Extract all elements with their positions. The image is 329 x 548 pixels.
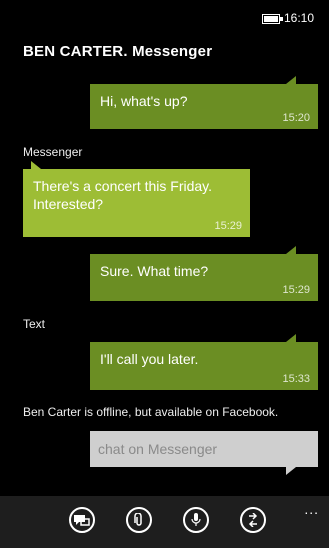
message-bubble[interactable]: There's a concert this Friday. Intereste…: [23, 161, 250, 237]
offline-notice: Ben Carter is offline, but available on …: [23, 405, 279, 419]
message-bubble[interactable]: Sure. What time? 15:29: [90, 246, 318, 301]
message-bubble[interactable]: I'll call you later. 15:33: [90, 334, 318, 390]
message-text: I'll call you later.: [100, 351, 199, 367]
status-time: 16:10: [284, 11, 315, 25]
message-text: Sure. What time?: [100, 263, 209, 279]
chat-input[interactable]: chat on Messenger: [90, 431, 318, 475]
conversation-title: BEN CARTER. Messenger: [23, 43, 213, 60]
battery-icon: [262, 14, 283, 24]
message-bubble[interactable]: Hi, what's up? 15:20: [90, 76, 318, 129]
message-text: There's a concert this Friday. Intereste…: [33, 178, 213, 212]
message-time: 15:20: [282, 112, 310, 124]
status-bar: 16:10: [0, 0, 329, 32]
switch-chat-button[interactable]: [69, 507, 95, 533]
message-source-label: Messenger: [23, 145, 83, 159]
message-time: 15:29: [282, 284, 310, 296]
more-options-button[interactable]: ...: [304, 501, 319, 517]
microphone-icon: [191, 513, 201, 526]
attach-button[interactable]: [126, 507, 152, 533]
switch-chat-icon: [74, 515, 90, 526]
attach-icon: [134, 513, 142, 526]
send-button[interactable]: [240, 507, 266, 533]
send-icon: [248, 513, 258, 527]
message-source-label: Text: [23, 317, 46, 331]
message-time: 15:33: [282, 373, 310, 385]
app-bar: ...: [0, 496, 329, 548]
message-time: 15:29: [214, 220, 242, 232]
message-text: Hi, what's up?: [100, 93, 188, 109]
voice-button[interactable]: [183, 507, 209, 533]
